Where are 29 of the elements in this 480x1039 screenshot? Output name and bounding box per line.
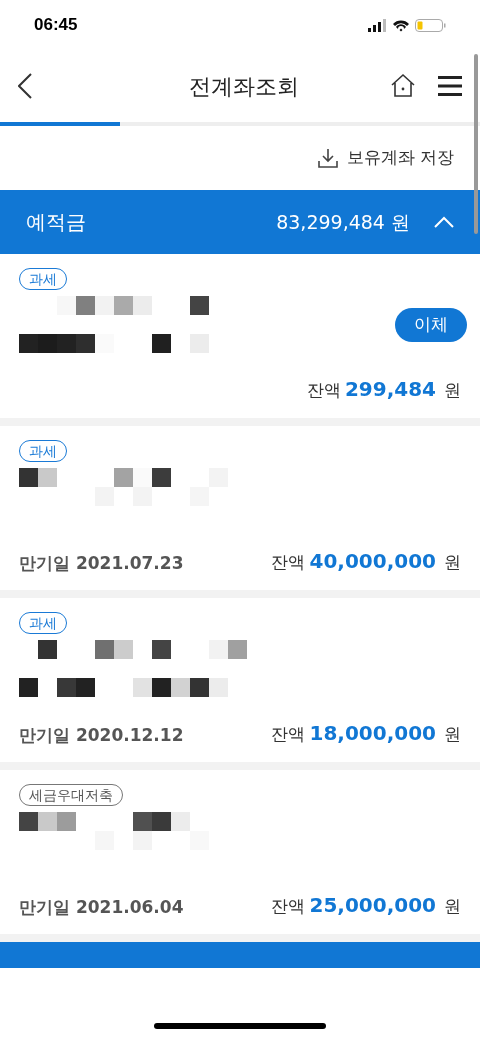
maturity-date: 만기일 2021.07.23	[19, 551, 184, 575]
section-total: 83,299,484 원	[276, 209, 410, 235]
currency-unit: 원	[444, 379, 461, 402]
menu-icon[interactable]	[438, 75, 462, 97]
balance-amount: 299,484	[344, 376, 436, 403]
balance-label: 잔액	[271, 895, 306, 918]
currency-unit: 원	[444, 723, 461, 746]
balance-label: 잔액	[271, 551, 306, 574]
signal-icon	[368, 18, 386, 32]
maturity-date: 만기일 2021.06.04	[19, 895, 184, 919]
maturity-date: 만기일 2020.12.12	[19, 723, 184, 747]
chevron-up-icon	[434, 216, 454, 228]
balance-label: 잔액	[271, 723, 306, 746]
home-icon[interactable]	[390, 73, 416, 99]
balance-label: 잔액	[306, 379, 341, 402]
balance-amount: 25,000,000	[309, 892, 436, 919]
save-accounts-button[interactable]: 보유계좌 저장	[316, 145, 454, 171]
wifi-icon	[392, 18, 409, 32]
section-header[interactable]: 예적금 83,299,484 원	[0, 190, 480, 254]
transfer-button[interactable]: 이체	[395, 307, 467, 342]
status-time: 06:45	[34, 14, 78, 37]
currency-unit: 원	[444, 551, 461, 574]
download-icon	[316, 147, 339, 169]
section-title: 예적금	[26, 209, 87, 236]
balance-amount: 40,000,000	[309, 548, 436, 575]
battery-icon	[415, 18, 446, 32]
page-title: 전계좌조회	[188, 72, 300, 101]
balance-amount: 18,000,000	[309, 720, 436, 747]
currency-unit: 원	[444, 895, 461, 918]
